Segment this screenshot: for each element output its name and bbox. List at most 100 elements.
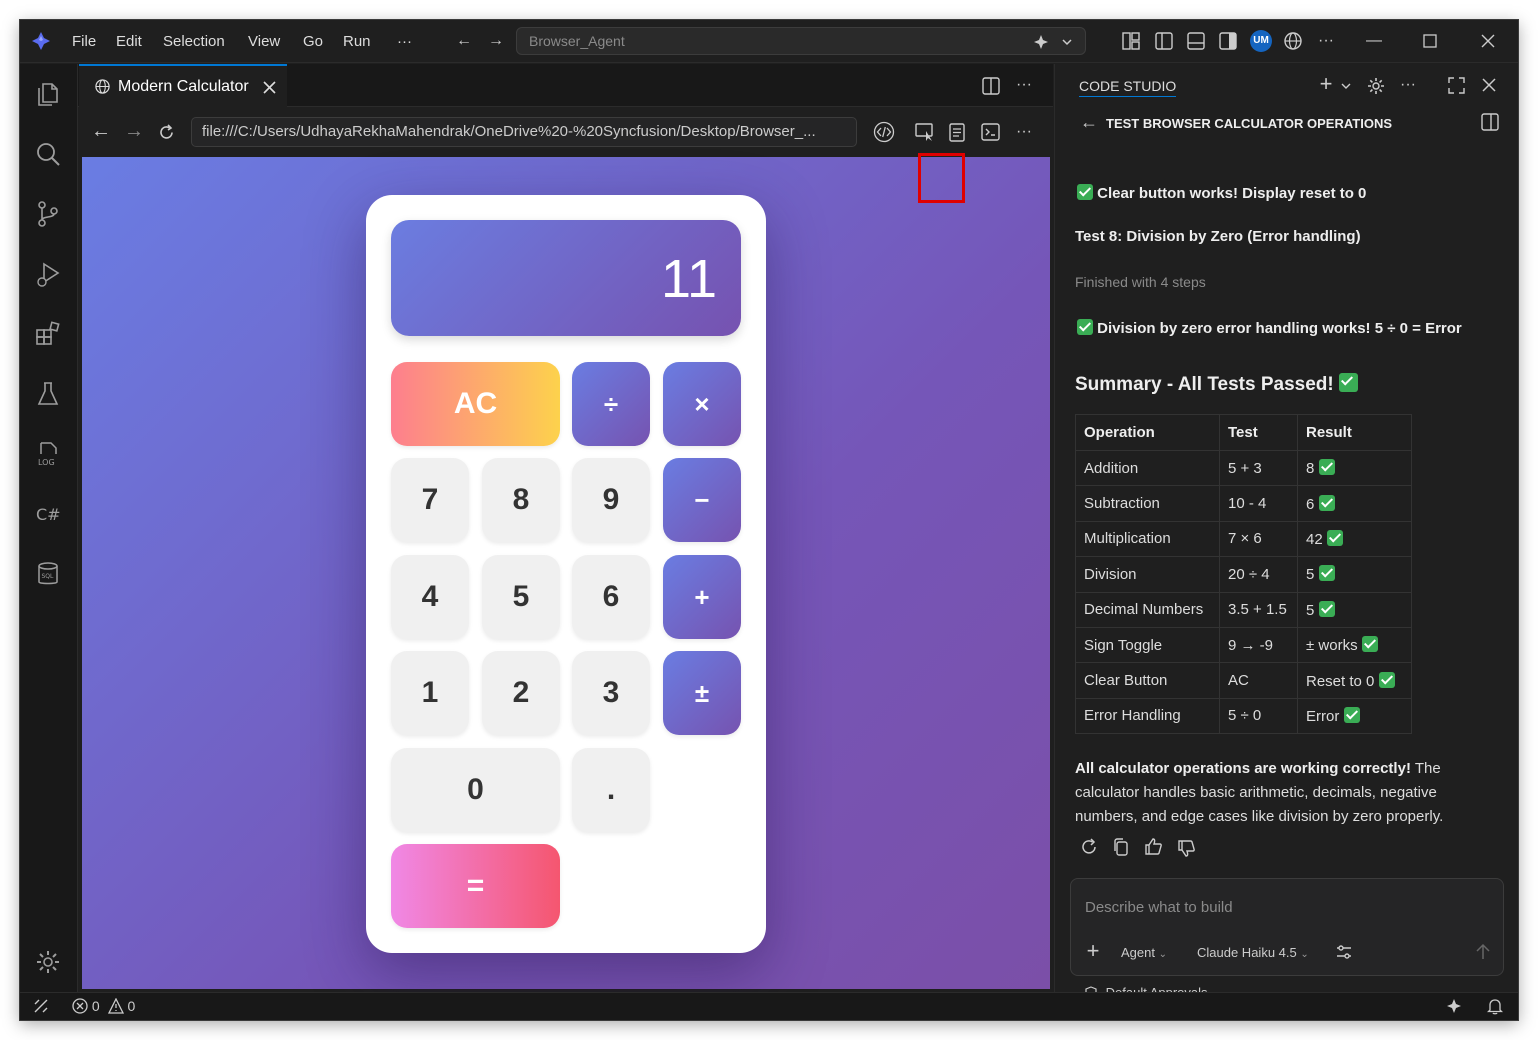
maximize-icon[interactable]	[1423, 34, 1437, 48]
close-panel-icon[interactable]	[1482, 78, 1496, 92]
toggle-secondary-sidebar-icon[interactable]	[1219, 32, 1237, 50]
add-context-icon[interactable]: +	[1083, 940, 1103, 962]
copy-icon[interactable]	[1112, 838, 1130, 856]
globe-icon[interactable]	[1284, 32, 1302, 50]
menu-go[interactable]: Go	[303, 20, 323, 63]
toggle-panel-icon[interactable]	[1187, 32, 1205, 50]
table-cell: Reset to 0	[1297, 662, 1412, 699]
devtools-code-icon[interactable]	[873, 121, 895, 143]
panel-more-icon[interactable]: ···	[1398, 75, 1418, 95]
problems-indicator[interactable]: 0 0	[72, 997, 135, 1014]
key-3[interactable]: 3	[572, 651, 650, 735]
terminal-icon[interactable]	[981, 123, 1000, 141]
select-element-icon[interactable]	[915, 123, 935, 142]
editor-tab-row: Modern Calculator ···	[78, 64, 1053, 107]
extensions-icon[interactable]	[34, 320, 62, 348]
key-equals[interactable]: =	[391, 844, 560, 928]
editor-more-icon[interactable]: ···	[1014, 75, 1034, 95]
command-center[interactable]: Browser_Agent	[516, 27, 1086, 55]
mode-label: Agent	[1121, 945, 1155, 960]
menu-view[interactable]: View	[248, 20, 280, 63]
th-operation: Operation	[1075, 414, 1220, 451]
error-count: 0	[91, 998, 100, 1014]
back-arrow-icon[interactable]: ←	[1079, 112, 1099, 132]
url-input[interactable]: file:///C:/Users/UdhayaRekhaMahendrak/On…	[191, 117, 857, 147]
browser-back-icon[interactable]: ←	[91, 121, 111, 141]
copilot-icon[interactable]	[1033, 34, 1049, 50]
testing-icon[interactable]	[34, 380, 62, 408]
settings-icon[interactable]	[1367, 77, 1385, 95]
key-0[interactable]: 0	[391, 748, 560, 832]
remote-icon[interactable]	[33, 998, 49, 1014]
run-debug-icon[interactable]	[34, 260, 62, 288]
key-clear[interactable]: AC	[391, 362, 560, 446]
table-row: Sign Toggle 9 → -9 ± works	[1075, 626, 1412, 664]
menu-run[interactable]: Run	[343, 20, 371, 63]
menu-selection[interactable]: Selection	[163, 20, 225, 63]
layout-icon[interactable]	[1122, 32, 1140, 50]
tools-sliders-icon[interactable]	[1335, 943, 1353, 961]
close-window-icon[interactable]	[1481, 34, 1495, 48]
nav-back-icon[interactable]: ←	[454, 31, 474, 51]
sql-database-icon[interactable]: SQL	[34, 560, 62, 588]
key-subtract[interactable]: −	[663, 458, 741, 542]
chat-input[interactable]: Describe what to build	[1085, 899, 1233, 916]
key-1[interactable]: 1	[391, 651, 469, 735]
check-icon	[1077, 184, 1093, 200]
key-5[interactable]: 5	[482, 555, 560, 639]
menu-more[interactable]: ···	[397, 20, 412, 63]
key-add[interactable]: +	[663, 555, 741, 639]
key-divide[interactable]: ÷	[572, 362, 650, 446]
bell-icon[interactable]	[1487, 998, 1503, 1015]
send-arrow-icon[interactable]	[1475, 943, 1491, 961]
key-8[interactable]: 8	[482, 458, 560, 542]
result-value: ± works	[1306, 637, 1358, 655]
svg-text:LOG: LOG	[38, 458, 55, 467]
mode-dropdown[interactable]: Agent ⌄	[1121, 945, 1167, 960]
search-icon[interactable]	[34, 140, 62, 168]
key-multiply[interactable]: ×	[663, 362, 741, 446]
split-editor-icon[interactable]	[982, 77, 1000, 95]
minimize-icon[interactable]: —	[1364, 31, 1384, 51]
chevron-down-icon[interactable]	[1061, 36, 1073, 48]
source-control-icon[interactable]	[34, 200, 62, 228]
more-actions-icon[interactable]: ···	[1316, 31, 1336, 51]
close-tab-icon[interactable]	[263, 81, 276, 94]
account-avatar[interactable]: UM	[1250, 30, 1272, 52]
log-icon[interactable]: LOG	[34, 440, 62, 468]
copilot-status-icon[interactable]	[1446, 998, 1462, 1014]
reload-icon[interactable]	[158, 124, 175, 141]
maximize-panel-icon[interactable]	[1448, 77, 1465, 94]
key-6[interactable]: 6	[572, 555, 650, 639]
chat-title-row: ← TEST BROWSER CALCULATOR OPERATIONS	[1055, 107, 1518, 152]
browser-forward-icon[interactable]: →	[124, 121, 144, 141]
toggle-sidebar-icon[interactable]	[1155, 32, 1173, 50]
explorer-icon[interactable]	[34, 80, 62, 108]
table-cell: 9 → -9	[1219, 626, 1298, 664]
toggle-view-icon[interactable]	[1481, 113, 1499, 131]
chevron-down-icon: ⌄	[1158, 949, 1167, 960]
model-dropdown[interactable]: Claude Haiku 4.5 ⌄	[1197, 945, 1309, 960]
menu-file[interactable]: File	[72, 20, 96, 63]
retry-icon[interactable]	[1080, 838, 1098, 856]
table-cell: Addition	[1075, 449, 1220, 487]
finished-steps[interactable]: Finished with 4 steps	[1075, 274, 1206, 290]
thumbs-down-icon[interactable]	[1177, 839, 1196, 858]
new-chat-icon[interactable]: +	[1316, 73, 1336, 95]
menu-edit[interactable]: Edit	[116, 20, 142, 63]
page-content-icon[interactable]	[948, 123, 966, 142]
csharp-icon[interactable]: C#	[34, 500, 62, 528]
nav-forward-icon[interactable]: →	[486, 31, 506, 51]
key-7[interactable]: 7	[391, 458, 469, 542]
key-9[interactable]: 9	[572, 458, 650, 542]
chevron-down-icon[interactable]	[1341, 82, 1351, 90]
key-4[interactable]: 4	[391, 555, 469, 639]
key-decimal[interactable]: .	[572, 748, 650, 832]
thumbs-up-icon[interactable]	[1144, 837, 1163, 856]
key-2[interactable]: 2	[482, 651, 560, 735]
table-cell: Decimal Numbers	[1075, 591, 1220, 628]
settings-gear-icon[interactable]	[34, 948, 62, 976]
tab-modern-calculator[interactable]: Modern Calculator	[79, 64, 287, 107]
key-sign-toggle[interactable]: ±	[663, 651, 741, 735]
browser-more-icon[interactable]: ···	[1014, 122, 1034, 142]
